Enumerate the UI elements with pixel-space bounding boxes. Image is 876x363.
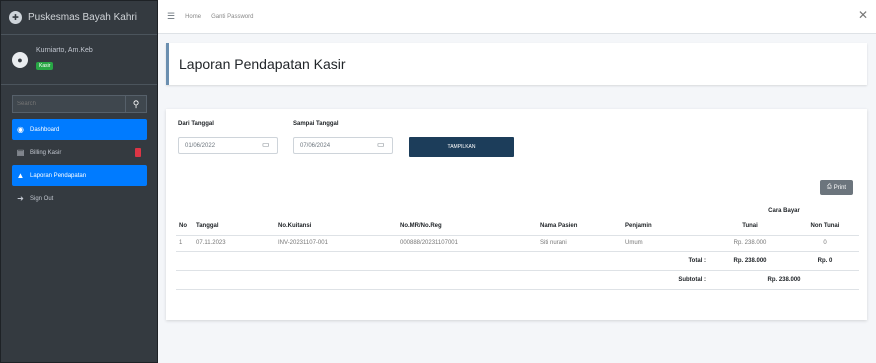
total-non-tunai: Rp. 0 [791,251,859,271]
table-cell: 07.11.2023 [193,235,275,252]
top-navbar: ☰ Home Ganti Password ✕ [158,0,876,34]
calendar-icon[interactable]: ▭ [262,140,270,149]
table-cell: Rp. 238.000 [709,235,791,252]
nav-link-home[interactable]: Home [185,14,201,20]
column-header: Penjamin [622,218,709,236]
to-date-label: Sampai Tanggal [293,121,339,127]
total-label: Total : [176,251,709,271]
column-header: Tanggal [193,218,275,236]
payment-method-header: Cara Bayar [768,208,800,214]
search-icon: ⚲ [132,98,140,109]
content-header: Laporan Pendapatan Kasir [166,43,867,85]
report-card: Dari Tanggal 01/06/2022 ▭ Sampai Tanggal… [166,109,867,320]
avatar[interactable]: ● [12,51,28,68]
sidebar-item-label: Dashboard [30,126,60,133]
sign-out-icon: ➜ [17,194,24,203]
table-header-row: No Tanggal No.Kuitansi No.MR/No.Reg Nama… [176,218,859,236]
from-date-value: 01/06/2022 [185,142,216,149]
table-cell: 1 [176,235,193,252]
brand-logo-icon: ✚ [9,11,22,24]
sidebar-item-label: Sign Out [30,195,54,202]
search-input[interactable] [12,95,125,113]
nav-link-change-password[interactable]: Ganti Password [211,14,253,20]
table-row: 1 07.11.2023 INV-20231107-001 000888/202… [176,235,859,252]
sidebar-item-dashboard[interactable]: ◉ Dashboard [12,119,147,140]
printer-icon: ⎙ [826,184,832,190]
search-button[interactable]: ⚲ [125,95,147,113]
report-icon: ▲ [16,171,25,180]
print-button[interactable]: ⎙ Print [820,180,853,195]
close-icon[interactable]: ✕ [858,8,868,22]
revenue-table: Cara Bayar No Tanggal No.Kuitansi No.MR/… [176,204,859,290]
column-header: No.Kuitansi [275,218,397,236]
sidebar-item-billing[interactable]: ▤ Billing Kasir [12,142,147,163]
subtotal-row: Subtotal : Rp. 238.000 [176,270,859,290]
brand-name: Puskesmas Bayah Kahri [28,12,137,23]
show-button[interactable]: TAMPILKAN [409,137,514,157]
from-date-label: Dari Tanggal [178,121,214,127]
user-name[interactable]: Kurniarto, Am.Keb [36,47,93,54]
column-header: Nama Pasien [537,218,622,236]
total-row: Total : Rp. 238.000 Rp. 0 [176,251,859,271]
user-info: Kurniarto, Am.Keb Kasir [36,47,93,72]
subtotal-label: Subtotal : [176,270,709,290]
table-cell: Umum [622,235,709,252]
sidebar-item-label: Billing Kasir [30,149,62,156]
dashboard-icon: ◉ [17,125,24,134]
sidebar-search: ⚲ [12,95,147,113]
sidebar-item-laporan[interactable]: ▲ Laporan Pendapatan [12,165,147,186]
brand-link[interactable]: ✚ Puskesmas Bayah Kahri [1,1,157,35]
calendar-icon[interactable]: ▭ [377,140,385,149]
table-cell: 000888/20231107001 [397,235,537,252]
notification-badge [135,148,141,157]
column-header: Tunai [709,218,791,236]
table-cell: 0 [791,235,859,252]
table-cell: INV-20231107-001 [275,235,397,252]
total-tunai: Rp. 238.000 [709,251,791,271]
column-header: No [176,218,193,236]
sidebar-item-sign-out[interactable]: ➜ Sign Out [12,188,147,209]
subtotal-value: Rp. 238.000 [709,270,859,290]
print-label: Print [833,184,847,191]
user-role-badge: Kasir [36,62,54,70]
menu-toggle-icon[interactable]: ☰ [167,11,175,22]
sidebar-item-label: Laporan Pendapatan [30,172,87,179]
billing-icon: ▤ [16,148,25,157]
column-header: Non Tunai [791,218,859,236]
sidebar: ✚ Puskesmas Bayah Kahri ● Kurniarto, Am.… [0,0,158,363]
column-header: No.MR/No.Reg [397,218,537,236]
table-cell: Siti nurani [537,235,622,252]
user-panel: ● Kurniarto, Am.Keb Kasir [1,35,157,85]
to-date-value: 07/06/2024 [300,142,331,149]
page-title: Laporan Pendapatan Kasir [179,56,346,72]
